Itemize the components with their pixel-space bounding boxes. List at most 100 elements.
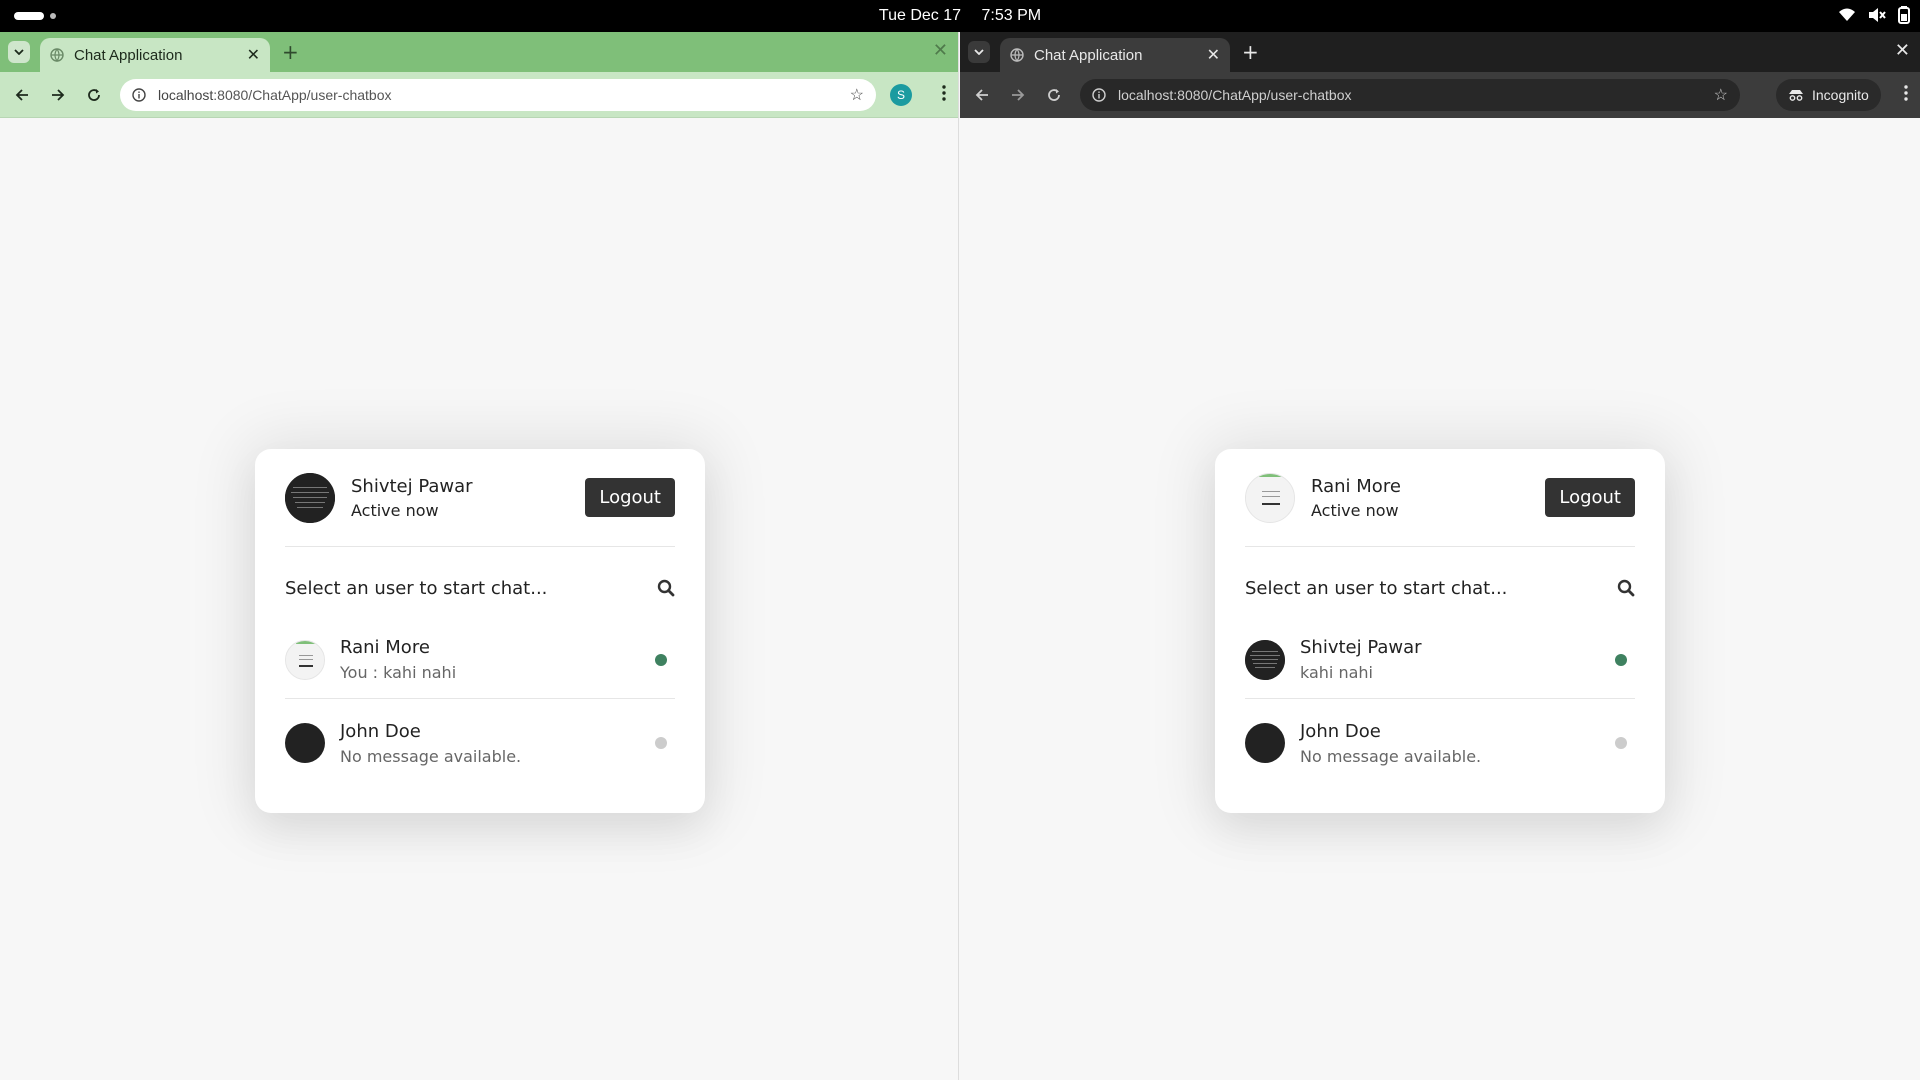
user-row-john-doe[interactable]: John Doe No message available. — [1245, 699, 1635, 787]
page-viewport: Shivtej Pawar Active now Logout Select a… — [0, 118, 958, 1080]
last-message: No message available. — [340, 746, 522, 766]
site-info-icon[interactable] — [132, 88, 146, 102]
profile-button[interactable]: S — [890, 84, 912, 106]
search-icon[interactable] — [657, 579, 675, 597]
avatar — [285, 723, 325, 763]
current-user-header: Shivtej Pawar Active now Logout — [285, 449, 675, 547]
online-status-dot — [1615, 653, 1627, 666]
menu-kebab-icon[interactable] — [942, 85, 946, 105]
speaker-muted-icon — [1869, 8, 1886, 22]
page-viewport: Rani More Active now Logout Select an us… — [960, 118, 1920, 1080]
user-name: Shivtej Pawar — [1300, 637, 1422, 658]
current-user-name: Shivtej Pawar — [351, 475, 473, 497]
user-row-john-doe[interactable]: John Doe No message available. — [285, 699, 675, 787]
tab-chat-application[interactable]: Chat Application ✕ — [1000, 38, 1230, 72]
offline-status-dot — [655, 737, 667, 749]
avatar — [1245, 472, 1295, 523]
chevron-down-icon — [14, 49, 24, 55]
wifi-icon — [1839, 8, 1855, 21]
tab-bar: Chat Application ✕ + ✕ — [0, 32, 958, 72]
url-host: localhost — [158, 87, 214, 103]
search-prompt: Select an user to start chat... — [1245, 577, 1508, 599]
user-row-shivtej-pawar[interactable]: Shivtej Pawar kahi nahi — [1245, 621, 1635, 699]
tab-title: Chat Application — [1034, 46, 1143, 64]
clock[interactable]: Tue Dec 17 7:53 PM — [0, 0, 1920, 32]
tab-title: Chat Application — [74, 46, 183, 64]
incognito-indicator[interactable]: Incognito — [1776, 79, 1881, 111]
url-text: localhost:8080/ChatApp/user-chatbox — [1118, 87, 1714, 103]
address-bar[interactable]: localhost:8080/ChatApp/user-chatbox ☆ — [1080, 79, 1740, 111]
search-row: Select an user to start chat... — [1245, 547, 1635, 629]
search-row: Select an user to start chat... — [285, 547, 675, 629]
online-status-dot — [655, 653, 667, 666]
arrow-right-icon — [52, 88, 65, 101]
system-tray[interactable] — [1838, 6, 1910, 24]
last-message: kahi nahi — [1300, 663, 1373, 682]
search-icon[interactable] — [1617, 579, 1635, 597]
url-host: localhost — [1118, 87, 1174, 103]
tab-close-icon[interactable]: ✕ — [1207, 45, 1220, 65]
browser-window-left: Chat Application ✕ + ✕ localhost:8080/Ch… — [0, 32, 959, 1080]
url-text: localhost:8080/ChatApp/user-chatbox — [158, 87, 850, 103]
user-row-rani-more[interactable]: Rani More You : kahi nahi — [285, 621, 675, 699]
site-info-icon[interactable] — [1092, 88, 1106, 102]
browser-toolbar: localhost:8080/ChatApp/user-chatbox ☆ S — [0, 72, 958, 118]
back-button[interactable] — [4, 77, 40, 113]
tab-close-icon[interactable]: ✕ — [247, 45, 260, 65]
globe-icon — [1010, 48, 1024, 62]
last-message: You : kahi nahi — [340, 663, 457, 682]
tab-search-button[interactable] — [968, 41, 990, 63]
reload-button[interactable] — [76, 77, 112, 113]
arrow-left-icon — [15, 88, 28, 101]
chat-users-card: Shivtej Pawar Active now Logout Select a… — [255, 449, 705, 813]
avatar — [1245, 639, 1285, 680]
user-name: John Doe — [1300, 720, 1381, 742]
user-name: John Doe — [340, 720, 421, 742]
window-close-button[interactable]: ✕ — [1895, 40, 1910, 61]
clock-date: Tue Dec 17 — [878, 7, 962, 24]
current-user-status: Active now — [1311, 500, 1399, 520]
avatar — [285, 472, 335, 523]
back-button[interactable] — [964, 77, 1000, 113]
url-path: :8080/ChatApp/user-chatbox — [213, 87, 392, 103]
forward-button[interactable] — [1000, 77, 1036, 113]
browser-window-right: Chat Application ✕ + ✕ localhost:8080/Ch… — [960, 32, 1920, 1080]
new-tab-button[interactable]: + — [1242, 40, 1259, 64]
tab-search-button[interactable] — [8, 41, 30, 63]
logout-button[interactable]: Logout — [1545, 478, 1635, 517]
user-list: Shivtej Pawar kahi nahi John Doe No mess… — [1245, 621, 1635, 787]
url-path: :8080/ChatApp/user-chatbox — [1173, 87, 1352, 103]
search-prompt: Select an user to start chat... — [285, 577, 548, 599]
avatar — [285, 639, 325, 680]
menu-kebab-icon[interactable] — [1904, 85, 1908, 105]
address-bar[interactable]: localhost:8080/ChatApp/user-chatbox ☆ — [120, 79, 876, 111]
reload-button[interactable] — [1036, 77, 1072, 113]
tab-bar: Chat Application ✕ + ✕ — [960, 32, 1920, 72]
user-name: Rani More — [340, 637, 430, 658]
incognito-icon — [1789, 90, 1803, 101]
reload-icon — [1048, 89, 1060, 101]
last-message: No message available. — [1300, 746, 1482, 766]
chevron-down-icon — [974, 49, 984, 55]
chat-users-card: Rani More Active now Logout Select an us… — [1215, 449, 1665, 813]
current-user-name: Rani More — [1311, 475, 1401, 497]
current-user-status: Active now — [351, 500, 439, 520]
system-top-bar: Tue Dec 17 7:53 PM — [0, 0, 1920, 32]
battery-icon — [1898, 6, 1910, 24]
globe-icon — [50, 48, 64, 62]
logout-button[interactable]: Logout — [585, 478, 675, 517]
new-tab-button[interactable]: + — [282, 40, 299, 64]
offline-status-dot — [1615, 737, 1627, 749]
forward-button[interactable] — [40, 77, 76, 113]
browser-toolbar: localhost:8080/ChatApp/user-chatbox ☆ In… — [960, 72, 1920, 118]
bookmark-star-icon[interactable]: ☆ — [1714, 85, 1728, 105]
arrow-right-icon — [1012, 89, 1025, 101]
incognito-label: Incognito — [1812, 87, 1869, 103]
reload-icon — [88, 88, 100, 101]
tab-chat-application[interactable]: Chat Application ✕ — [40, 38, 270, 72]
current-user-header: Rani More Active now Logout — [1245, 449, 1635, 547]
clock-time: 7:53 PM — [981, 7, 1042, 24]
arrow-left-icon — [975, 89, 988, 101]
bookmark-star-icon[interactable]: ☆ — [850, 85, 864, 105]
window-close-button[interactable]: ✕ — [933, 40, 948, 61]
